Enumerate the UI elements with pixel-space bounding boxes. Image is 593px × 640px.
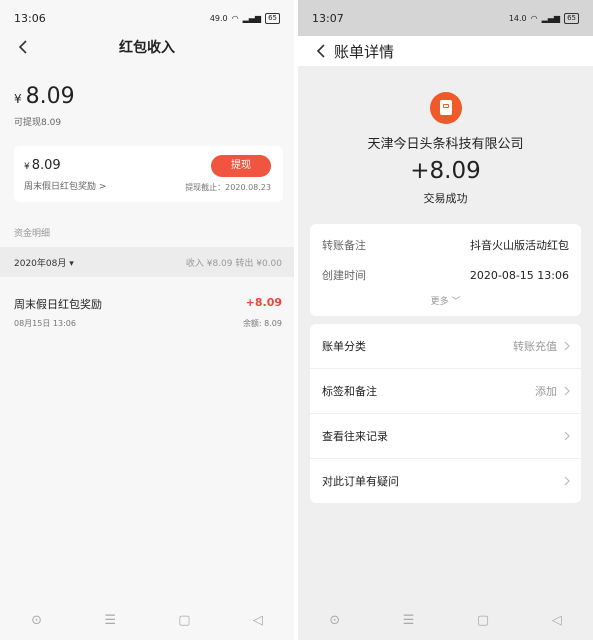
- filter-bar: 2020年08月 ▾ 收入 ¥8.09 转出 ¥0.00: [0, 247, 294, 277]
- transaction-status: 交易成功: [423, 192, 468, 205]
- payer-name: 天津今日头条科技有限公司: [367, 137, 524, 152]
- menu-right: [563, 431, 571, 441]
- system-nav-bar: ⊙ ☰ ▢ ◁: [298, 600, 593, 640]
- record-balance: 余额: 8.09: [242, 319, 282, 328]
- chevron-right-icon: [564, 386, 570, 396]
- menu-icon[interactable]: ☰: [403, 613, 415, 628]
- info-row-created-time: 创建时间 2020-08-15 13:06: [310, 260, 581, 290]
- menu-right: 添加: [535, 383, 571, 399]
- currency-symbol: ¥: [24, 162, 30, 172]
- balance-area: ¥8.09 可提现8.09: [0, 58, 294, 128]
- back-icon[interactable]: ◁: [253, 613, 263, 628]
- nav-bar: 账单详情: [298, 36, 593, 66]
- withdraw-button[interactable]: 提现: [211, 155, 271, 177]
- reward-name-link[interactable]: 周末假日红包奖励 >: [24, 179, 106, 192]
- network-speed: 14.0: [508, 13, 527, 23]
- status-bar: 13:07 14.0 ◠ ▂▄▆ 65: [298, 0, 593, 36]
- transaction-info-card: 转账备注 抖音火山版活动红包 创建时间 2020-08-15 13:06 更多 …: [310, 224, 581, 316]
- menu-label: 查看往来记录: [322, 430, 388, 443]
- transaction-header: 天津今日头条科技有限公司 +8.09 交易成功: [298, 66, 593, 206]
- currency-symbol: ¥: [14, 92, 22, 106]
- menu-row-category[interactable]: 账单分类 转账充值: [310, 324, 581, 369]
- bill-detail-screen: 13:07 14.0 ◠ ▂▄▆ 65 账单详情 天津今日头条科技有限公司 +8…: [298, 0, 593, 640]
- page-title: 红包收入: [119, 40, 175, 56]
- reward-amount-value: 8.09: [31, 158, 61, 173]
- record-amount: +8.09: [245, 296, 282, 309]
- network-speed: 49.0: [209, 13, 228, 23]
- back-arrow-icon[interactable]: [314, 43, 330, 59]
- transaction-record[interactable]: 周末假日红包奖励 08月15日 13:06 +8.09 余额: 8.09: [0, 277, 294, 337]
- back-icon[interactable]: ◁: [552, 613, 562, 628]
- info-key: 创建时间: [322, 269, 366, 282]
- page-title: 账单详情: [334, 42, 395, 61]
- chevron-right-icon: [564, 431, 570, 441]
- menu-label: 对此订单有疑问: [322, 475, 399, 488]
- bill-menu-card: 账单分类 转账充值 标签和备注 添加 查看往来记录 对此订单有疑问: [310, 324, 581, 503]
- info-key: 转账备注: [322, 239, 366, 252]
- menu-label: 账单分类: [322, 340, 366, 353]
- reward-amount: ¥8.09: [24, 158, 61, 173]
- wifi-icon: ◠: [530, 13, 538, 23]
- system-nav-bar: ⊙ ☰ ▢ ◁: [0, 600, 294, 640]
- home-icon[interactable]: ⊙: [31, 613, 42, 628]
- info-row-note: 转账备注 抖音火山版活动红包: [310, 230, 581, 260]
- back-arrow-icon[interactable]: [16, 39, 32, 55]
- withdrawable-label: 可提现8.09: [14, 118, 62, 128]
- menu-right: [563, 476, 571, 486]
- status-bar: 13:06 49.0 ◠ ▂▄▆ 65: [0, 0, 294, 36]
- more-toggle[interactable]: 更多 ﹀: [310, 290, 581, 314]
- nav-bar: 红包收入: [0, 36, 294, 58]
- home-icon[interactable]: ⊙: [329, 613, 340, 628]
- chevron-right-icon: [564, 341, 570, 351]
- status-time: 13:07: [312, 11, 344, 25]
- menu-row-question[interactable]: 对此订单有疑问: [310, 459, 581, 503]
- red-packet-income-screen: 13:06 49.0 ◠ ▂▄▆ 65 红包收入 ¥8.09 可提现8.09 ¥…: [0, 0, 294, 640]
- battery-icon: 65: [564, 12, 579, 24]
- menu-icon[interactable]: ☰: [104, 613, 116, 628]
- balance-amount: ¥8.09: [14, 84, 280, 109]
- menu-row-history[interactable]: 查看往来记录: [310, 414, 581, 459]
- transaction-amount: +8.09: [410, 158, 481, 184]
- menu-value: 转账充值: [513, 340, 557, 353]
- withdraw-deadline: 提现截止：2020.08.23: [185, 183, 271, 192]
- chevron-right-icon: [564, 476, 570, 486]
- menu-right: 转账充值: [513, 338, 571, 354]
- recent-apps-icon[interactable]: ▢: [477, 613, 489, 628]
- record-time: 08月15日 13:06: [14, 319, 76, 328]
- info-value: 2020-08-15 13:06: [469, 268, 569, 282]
- info-value: 抖音火山版活动红包: [470, 239, 569, 252]
- menu-value: 添加: [535, 385, 557, 398]
- wifi-icon: ◠: [231, 13, 239, 23]
- signal-icon: ▂▄▆: [541, 13, 561, 23]
- month-selector[interactable]: 2020年08月 ▾: [14, 256, 74, 269]
- menu-row-tags-notes[interactable]: 标签和备注 添加: [310, 369, 581, 414]
- signal-icon: ▂▄▆: [242, 13, 262, 23]
- reward-card: ¥8.09 周末假日红包奖励 > 提现 提现截止：2020.08.23: [14, 146, 283, 202]
- record-title: 周末假日红包奖励: [14, 298, 102, 311]
- battery-icon: 65: [265, 12, 280, 24]
- status-icons: 49.0 ◠ ▂▄▆ 65: [209, 12, 280, 24]
- menu-label: 标签和备注: [322, 385, 377, 398]
- balance-value: 8.09: [25, 84, 75, 109]
- red-envelope-icon: [429, 92, 462, 124]
- recent-apps-icon[interactable]: ▢: [178, 613, 190, 628]
- income-summary: 收入 ¥8.09 转出 ¥0.00: [185, 258, 282, 269]
- funds-detail-label: 资金明细: [14, 229, 51, 239]
- status-time: 13:06: [14, 11, 46, 25]
- status-icons: 14.0 ◠ ▂▄▆ 65: [508, 12, 579, 24]
